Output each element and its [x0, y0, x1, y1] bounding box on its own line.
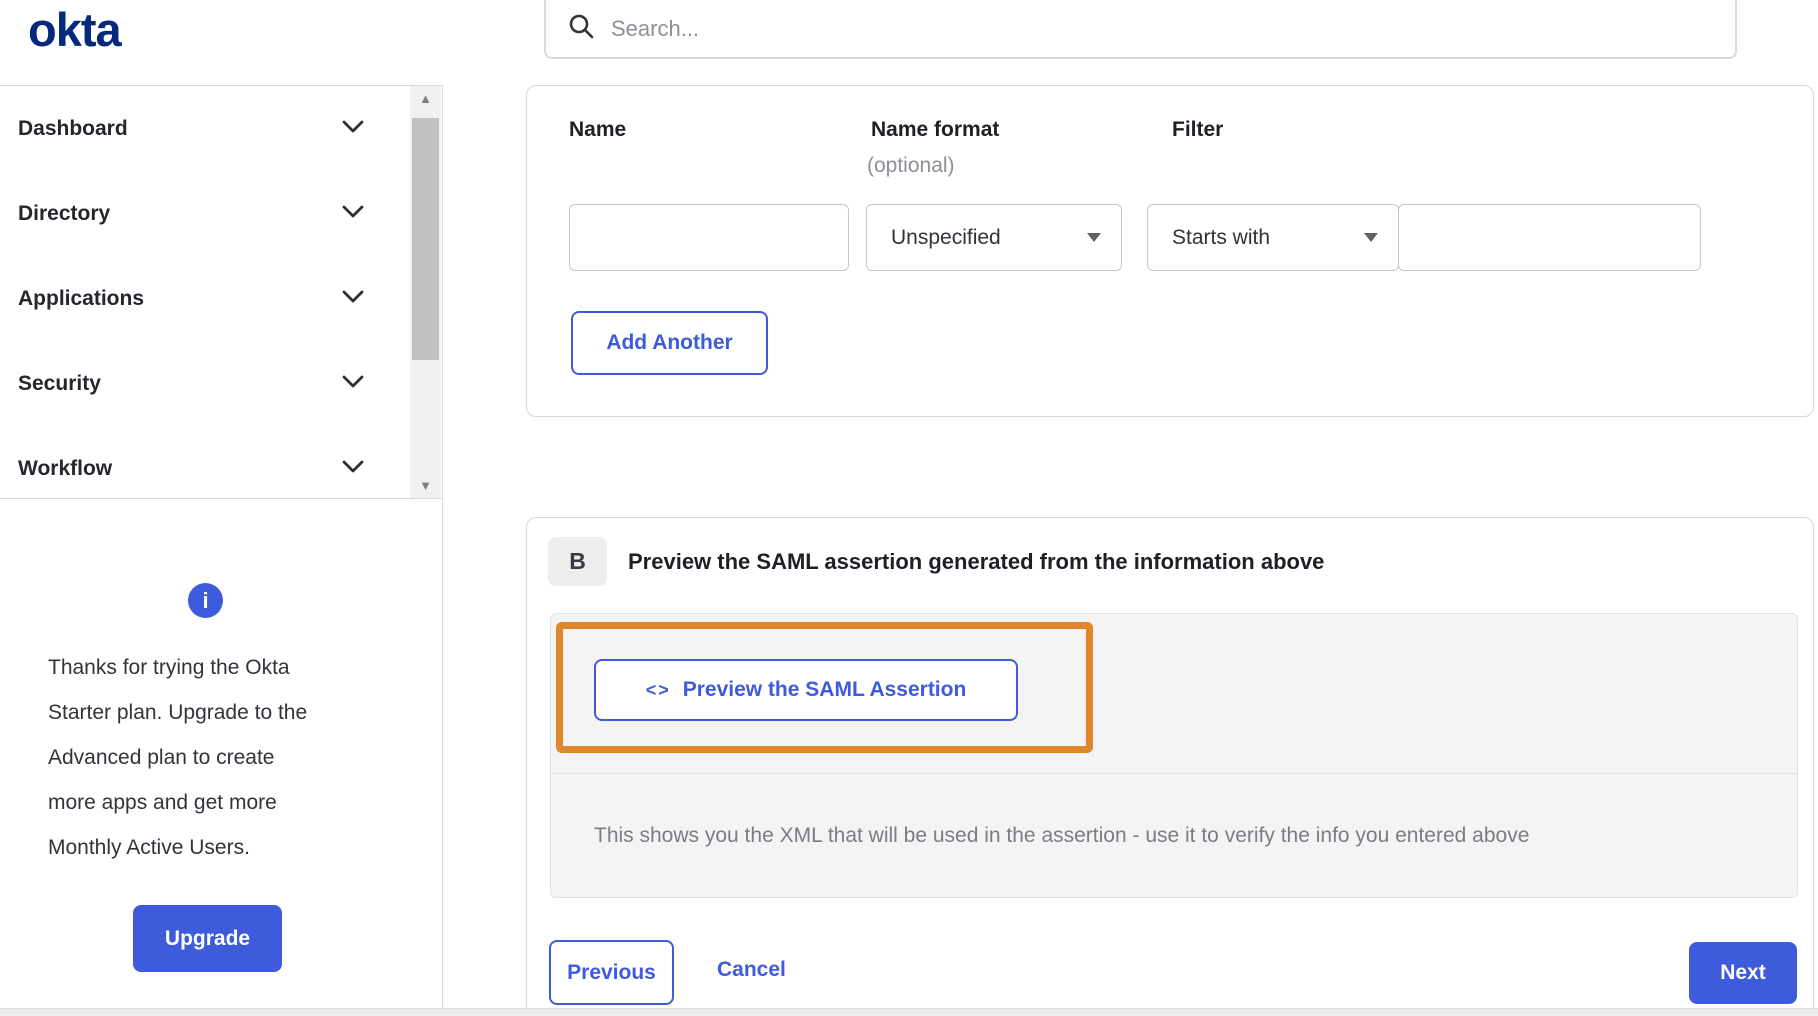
okta-logo: okta [28, 2, 121, 57]
code-icon: <> [646, 680, 671, 701]
step-b-badge: B [548, 537, 607, 586]
preview-saml-card: B Preview the SAML assertion generated f… [526, 517, 1814, 1008]
sidebar-nav: Dashboard Directory Applications Securit… [0, 85, 442, 499]
sidebar-item-dashboard[interactable]: Dashboard [0, 86, 442, 171]
search-icon [568, 13, 595, 45]
name-format-select[interactable]: Unspecified [866, 204, 1122, 271]
next-button[interactable]: Next [1689, 942, 1797, 1004]
preview-panel-description-area: This shows you the XML that will be used… [551, 773, 1797, 897]
sidebar-item-label: Dashboard [18, 117, 128, 141]
chevron-down-icon [342, 460, 364, 478]
caret-down-icon [1364, 233, 1378, 242]
scroll-up-icon[interactable]: ▲ [419, 92, 432, 105]
chevron-down-icon [342, 290, 364, 308]
name-format-optional-label: (optional) [867, 154, 955, 178]
preview-saml-assertion-button[interactable]: <> Preview the SAML Assertion [594, 659, 1018, 721]
sidebar-item-applications[interactable]: Applications [0, 256, 442, 341]
name-format-selected-value: Unspecified [891, 226, 1001, 250]
sidebar-divider [442, 85, 443, 1008]
upgrade-message: Thanks for trying the Okta Starter plan.… [48, 645, 320, 870]
filter-value-input[interactable] [1398, 204, 1701, 271]
filter-type-select[interactable]: Starts with [1147, 204, 1399, 271]
sidebar-item-directory[interactable]: Directory [0, 171, 442, 256]
chevron-down-icon [342, 205, 364, 223]
add-another-button[interactable]: Add Another [571, 311, 768, 375]
filter-type-selected-value: Starts with [1172, 226, 1270, 250]
name-input[interactable] [569, 204, 849, 271]
name-column-label: Name [569, 118, 626, 142]
preview-button-label: Preview the SAML Assertion [683, 678, 967, 702]
sidebar-item-label: Workflow [18, 457, 112, 481]
preview-panel: <> Preview the SAML Assertion This shows… [550, 613, 1798, 898]
preview-section-heading: Preview the SAML assertion generated fro… [628, 549, 1324, 575]
attribute-statements-card: Name Name format (optional) Filter Unspe… [526, 85, 1814, 417]
cancel-button[interactable]: Cancel [717, 958, 786, 982]
name-format-column-label: Name format [871, 118, 999, 142]
preview-description: This shows you the XML that will be used… [594, 824, 1529, 848]
bottom-scrollbar-strip [0, 1008, 1818, 1016]
sidebar-item-workflow[interactable]: Workflow [0, 426, 442, 511]
chevron-down-icon [342, 120, 364, 138]
caret-down-icon [1087, 233, 1101, 242]
sidebar-item-label: Applications [18, 287, 144, 311]
search-input[interactable] [611, 16, 1691, 42]
chevron-down-icon [342, 375, 364, 393]
scroll-down-icon[interactable]: ▼ [419, 479, 432, 492]
preview-panel-button-area: <> Preview the SAML Assertion [551, 614, 1797, 773]
previous-button[interactable]: Previous [549, 940, 674, 1005]
sidebar-item-security[interactable]: Security [0, 341, 442, 426]
upgrade-button[interactable]: Upgrade [133, 905, 282, 972]
filter-column-label: Filter [1172, 118, 1223, 142]
sidebar-item-label: Security [18, 372, 101, 396]
global-search[interactable] [544, 0, 1737, 59]
sidebar-item-label: Directory [18, 202, 110, 226]
scrollbar-thumb[interactable] [412, 118, 439, 360]
info-icon: i [188, 583, 223, 618]
